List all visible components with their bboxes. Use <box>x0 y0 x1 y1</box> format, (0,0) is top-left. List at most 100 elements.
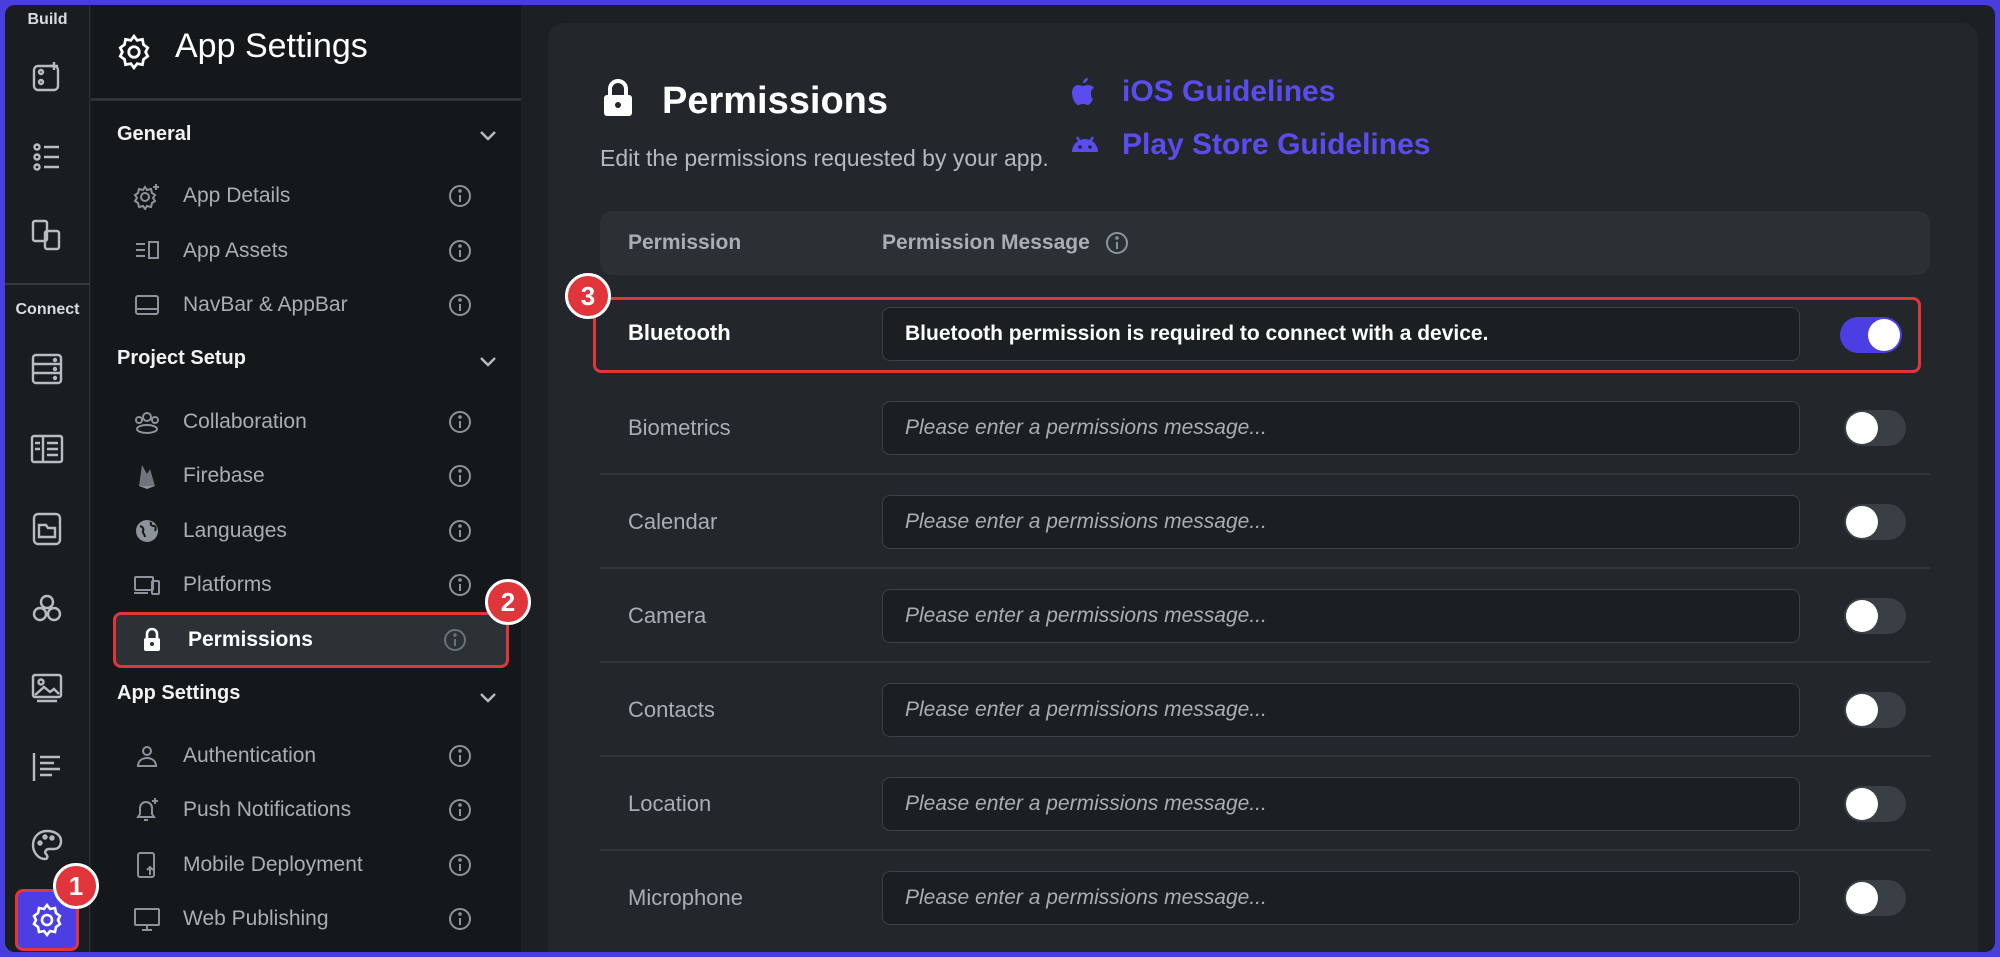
monitor-icon <box>133 905 161 933</box>
info-icon[interactable] <box>447 797 473 823</box>
app-window: Build Connect App Settings General App D… <box>5 5 1995 952</box>
rail-divider <box>5 283 90 285</box>
permission-message-input[interactable]: Please enter a permissions message... <box>882 495 1800 549</box>
media-icon[interactable] <box>25 507 69 551</box>
group-label-general: General <box>117 123 192 145</box>
chevron-down-icon[interactable] <box>476 685 500 709</box>
info-icon[interactable] <box>447 409 473 435</box>
lock-icon <box>604 79 632 116</box>
sidebar-item-label: Web Publishing <box>183 907 329 930</box>
permission-toggle[interactable] <box>1844 598 1906 634</box>
permission-name: Contacts <box>628 697 715 722</box>
info-icon[interactable] <box>447 238 473 264</box>
collaboration-icon <box>133 408 161 436</box>
info-icon[interactable] <box>447 572 473 598</box>
group-label-project-setup: Project Setup <box>117 347 246 369</box>
gallery-icon[interactable] <box>25 665 69 709</box>
info-icon[interactable] <box>447 743 473 769</box>
step-badge-1: 1 <box>53 863 99 909</box>
lock-icon <box>138 626 166 654</box>
theme-icon[interactable] <box>25 823 69 867</box>
permission-toggle[interactable] <box>1844 692 1906 728</box>
sidebar-item-mobile-deployment[interactable]: Mobile Deployment <box>111 839 511 891</box>
permission-row-biometrics: Biometrics Please enter a permissions me… <box>600 381 1930 475</box>
sidebar-item-label: NavBar & AppBar <box>183 293 348 316</box>
sidebar-item-label: Permissions <box>188 628 313 651</box>
chevron-down-icon[interactable] <box>476 123 500 147</box>
column-header-message-label: Permission Message <box>882 231 1090 254</box>
info-icon[interactable] <box>442 627 468 653</box>
sidebar-item-label: Languages <box>183 519 287 542</box>
sidebar-item-push-notifications[interactable]: Push Notifications <box>111 784 511 836</box>
navbar-icon <box>133 291 161 319</box>
toggle-knob <box>1846 412 1878 444</box>
step-badge-2: 2 <box>485 579 531 625</box>
globe-icon <box>133 517 161 545</box>
sidebar-item-navbar-appbar[interactable]: NavBar & AppBar <box>111 279 511 331</box>
sidebar-item-label: App Assets <box>183 239 289 262</box>
components-icon[interactable] <box>25 213 69 257</box>
chevron-down-icon[interactable] <box>476 349 500 373</box>
permission-name: Location <box>628 791 712 816</box>
sidebar-item-languages[interactable]: Languages <box>111 505 511 557</box>
toggle-knob <box>1846 788 1878 820</box>
permission-message-input[interactable]: Please enter a permissions message... <box>882 683 1800 737</box>
permission-row-bluetooth: Bluetooth Bluetooth permission is requir… <box>593 297 1921 373</box>
info-icon[interactable] <box>447 906 473 932</box>
permission-message-input[interactable]: Bluetooth permission is required to conn… <box>882 307 1800 361</box>
permissions-panel: Permissions Edit the permissions request… <box>548 23 1978 952</box>
connect-section-label: Connect <box>15 301 80 318</box>
firebase-icon <box>133 462 161 490</box>
sidebar-item-label: Platforms <box>183 573 272 596</box>
permission-toggle[interactable] <box>1840 317 1902 353</box>
build-section-label: Build <box>27 11 68 28</box>
info-icon[interactable] <box>447 852 473 878</box>
android-icon <box>1072 136 1098 152</box>
devices-icon <box>133 571 161 599</box>
user-icon <box>133 742 161 770</box>
info-icon[interactable] <box>447 183 473 209</box>
permission-message-input[interactable]: Please enter a permissions message... <box>882 401 1800 455</box>
database-icon[interactable] <box>25 347 69 391</box>
sidebar-item-firebase[interactable]: Firebase <box>111 450 511 502</box>
sidebar-item-collaboration[interactable]: Collaboration <box>111 396 511 448</box>
ios-guidelines-label: iOS Guidelines <box>1122 75 1336 108</box>
text-align-icon[interactable] <box>25 745 69 789</box>
sidebar-item-app-assets[interactable]: App Assets <box>111 225 511 277</box>
info-icon[interactable] <box>447 292 473 318</box>
column-header-permission: Permission <box>628 231 742 254</box>
permission-toggle[interactable] <box>1844 880 1906 916</box>
permission-name: Biometrics <box>628 415 731 440</box>
info-icon[interactable] <box>1104 230 1130 256</box>
info-icon[interactable] <box>447 463 473 489</box>
permission-message-input[interactable]: Please enter a permissions message... <box>882 589 1800 643</box>
mobile-upload-icon <box>133 851 161 879</box>
column-header-message: Permission Message <box>882 230 1130 256</box>
play-store-guidelines-link[interactable]: Play Store Guidelines <box>1068 128 1430 162</box>
permission-message-input[interactable]: Please enter a permissions message... <box>882 871 1800 925</box>
permission-row-contacts: Contacts Please enter a permissions mess… <box>600 663 1930 757</box>
group-label-app-settings: App Settings <box>117 682 241 704</box>
sidebar-item-authentication[interactable]: Authentication <box>111 730 511 782</box>
sidebar-item-label: App Details <box>183 184 291 207</box>
sidebar-item-permissions[interactable]: Permissions <box>113 612 509 668</box>
play-store-guidelines-label: Play Store Guidelines <box>1122 128 1431 161</box>
ios-guidelines-link[interactable]: iOS Guidelines <box>1068 75 1335 109</box>
sidebar-item-platforms[interactable]: Platforms <box>111 559 511 611</box>
sidebar-item-web-publishing[interactable]: Web Publishing <box>111 893 511 945</box>
permission-toggle[interactable] <box>1844 786 1906 822</box>
sidebar-item-app-details[interactable]: App Details <box>111 170 511 222</box>
list-icon[interactable] <box>25 135 69 179</box>
permission-toggle[interactable] <box>1844 410 1906 446</box>
storyboard-icon[interactable] <box>25 427 69 471</box>
permission-toggle[interactable] <box>1844 504 1906 540</box>
add-page-icon[interactable] <box>25 55 69 99</box>
sidebar-item-label: Mobile Deployment <box>183 853 363 876</box>
table-header: Permission Permission Message <box>600 211 1930 275</box>
page-title: Permissions <box>662 80 888 122</box>
info-icon[interactable] <box>447 518 473 544</box>
page-subtitle: Edit the permissions requested by your a… <box>600 145 1049 171</box>
integrations-icon[interactable] <box>25 587 69 631</box>
permission-message-input[interactable]: Please enter a permissions message... <box>882 777 1800 831</box>
settings-sidebar: App Settings General App Details App Ass… <box>91 5 521 952</box>
